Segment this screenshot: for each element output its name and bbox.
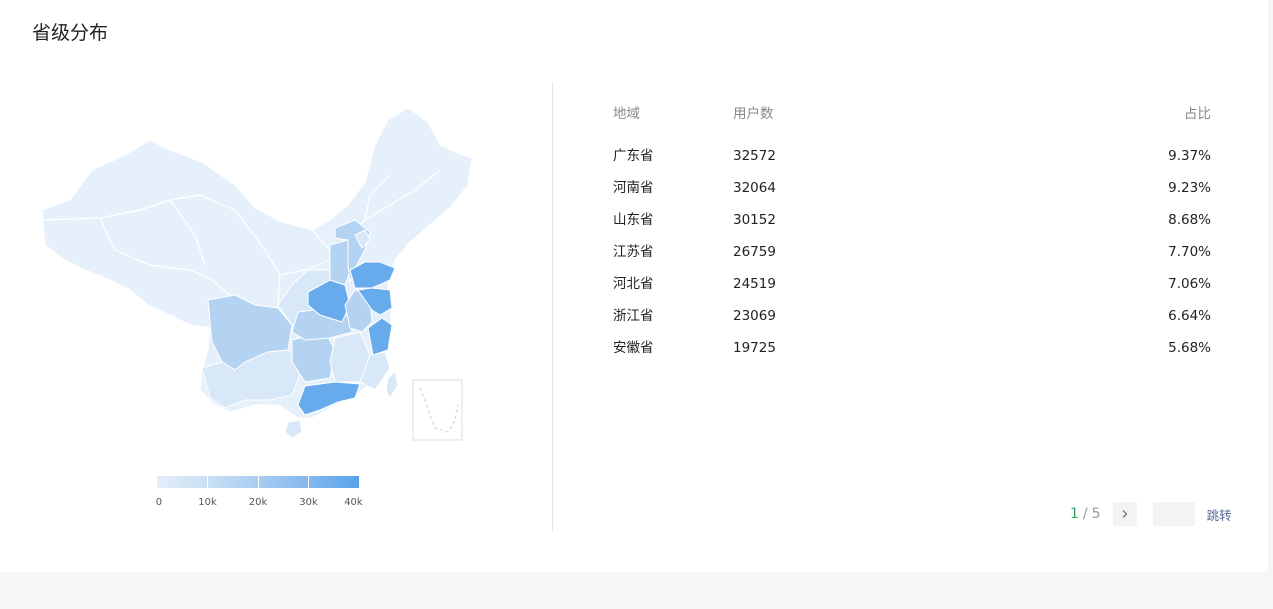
chevron-right-icon bbox=[1122, 510, 1127, 518]
cell-users: 23069 bbox=[733, 308, 776, 324]
table-row: 安徽省 19725 5.68% bbox=[613, 338, 1211, 370]
cell-ratio: 8.68% bbox=[1168, 212, 1211, 228]
province-distribution-card: 省级分布 0 10k 20k 30k 40k 地域 用户数 占比 广东省 325… bbox=[0, 0, 1268, 572]
cell-region: 广东省 bbox=[613, 148, 654, 164]
vertical-divider bbox=[552, 82, 553, 532]
table-header: 地域 用户数 占比 bbox=[613, 102, 1211, 122]
cell-ratio: 7.06% bbox=[1168, 276, 1211, 292]
cell-ratio: 7.70% bbox=[1168, 244, 1211, 260]
color-legend: 0 10k 20k 30k 40k bbox=[155, 476, 363, 513]
table-row: 广东省 32572 9.37% bbox=[613, 146, 1211, 178]
cell-region: 河南省 bbox=[613, 180, 654, 196]
header-ratio: 占比 bbox=[1184, 106, 1211, 122]
cell-region: 浙江省 bbox=[613, 308, 654, 324]
cell-ratio: 9.23% bbox=[1168, 180, 1211, 196]
table-row: 山东省 30152 8.68% bbox=[613, 210, 1211, 242]
cell-region: 安徽省 bbox=[613, 340, 654, 356]
table-row: 江苏省 26759 7.70% bbox=[613, 242, 1211, 274]
cell-region: 山东省 bbox=[613, 212, 654, 228]
legend-tick-label: 20k bbox=[248, 497, 268, 508]
table-row: 河南省 32064 9.23% bbox=[613, 178, 1211, 210]
cell-users: 26759 bbox=[733, 244, 776, 260]
cell-ratio: 9.37% bbox=[1168, 148, 1211, 164]
cell-ratio: 6.64% bbox=[1168, 308, 1211, 324]
cell-ratio: 5.68% bbox=[1168, 340, 1211, 356]
table-row: 河北省 24519 7.06% bbox=[613, 274, 1211, 306]
legend-segment bbox=[258, 476, 310, 488]
header-region: 地域 bbox=[613, 106, 640, 122]
page-separator: / bbox=[1082, 506, 1088, 522]
cell-region: 河北省 bbox=[613, 276, 654, 292]
province-table: 地域 用户数 占比 广东省 32572 9.37% 河南省 32064 9.23… bbox=[613, 102, 1211, 370]
legend-gradient-bar bbox=[157, 476, 359, 488]
legend-tick-label: 30k bbox=[299, 497, 318, 508]
legend-tick-label: 10k bbox=[198, 497, 217, 508]
cell-users: 32064 bbox=[733, 180, 776, 196]
page-current: 1 bbox=[1070, 506, 1079, 522]
china-map-svg bbox=[41, 107, 473, 441]
legend-segment bbox=[207, 476, 259, 488]
cell-users: 24519 bbox=[733, 276, 776, 292]
map-taiwan bbox=[385, 371, 399, 400]
card-title: 省级分布 bbox=[32, 22, 109, 44]
page-jump-input[interactable] bbox=[1152, 502, 1195, 526]
pagination: 1 / 5 跳转 bbox=[1070, 502, 1232, 526]
table-body: 广东省 32572 9.37% 河南省 32064 9.23% 山东省 3015… bbox=[613, 146, 1211, 370]
table-row: 浙江省 23069 6.64% bbox=[613, 306, 1211, 338]
cell-users: 30152 bbox=[733, 212, 776, 228]
legend-ticks: 0 10k 20k 30k 40k bbox=[155, 497, 363, 513]
page-jump-button[interactable]: 跳转 bbox=[1207, 505, 1232, 524]
map-guangdong bbox=[297, 381, 361, 416]
header-users: 用户数 bbox=[733, 106, 774, 122]
legend-tick-label: 0 bbox=[155, 497, 163, 508]
map-hainan bbox=[284, 419, 303, 439]
cell-region: 江苏省 bbox=[613, 244, 654, 260]
page-total: 5 bbox=[1091, 506, 1101, 522]
cell-users: 32572 bbox=[733, 148, 776, 164]
legend-tick-label: 40k bbox=[344, 497, 363, 508]
next-page-button[interactable] bbox=[1112, 502, 1137, 526]
legend-segment bbox=[309, 476, 359, 488]
china-map bbox=[30, 100, 480, 450]
cell-users: 19725 bbox=[733, 340, 776, 356]
legend-segment bbox=[157, 476, 208, 488]
